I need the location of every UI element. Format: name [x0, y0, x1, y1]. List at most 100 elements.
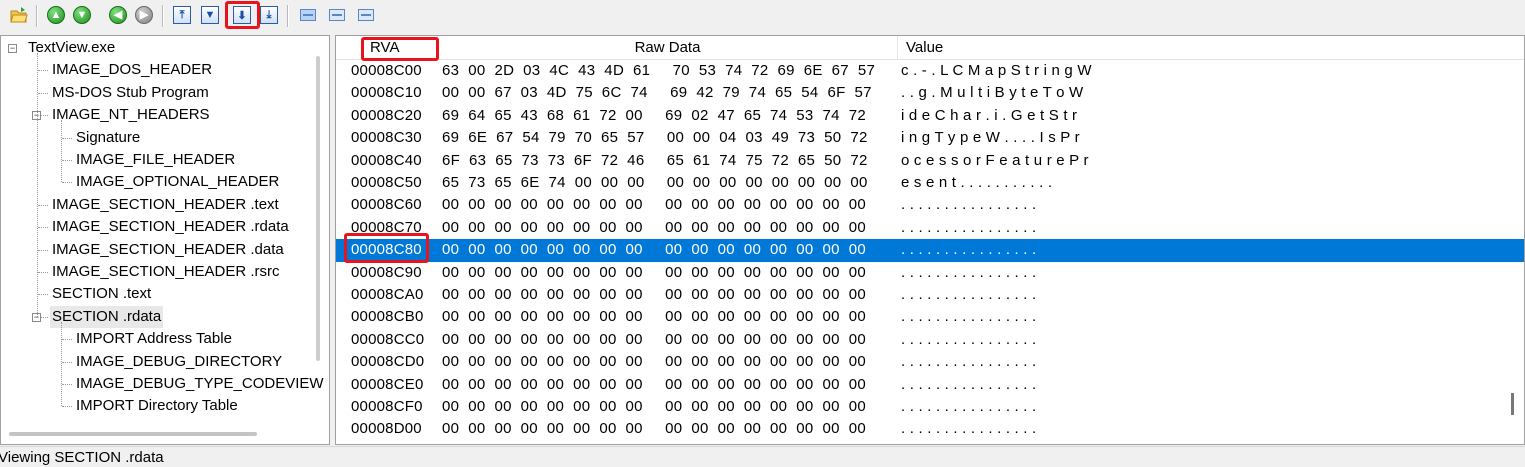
tree-item[interactable]: IMAGE_SECTION_HEADER .rdata — [50, 216, 291, 238]
last-record-icon[interactable]: ⤓ — [260, 6, 278, 24]
status-bar: Viewing SECTION .rdata — [0, 446, 1525, 466]
previous-record-icon[interactable]: ▼ — [201, 6, 219, 24]
tree-item[interactable]: IMAGE_FILE_HEADER — [74, 149, 237, 171]
value-cell: . . . . . . . . . . . . . . . . — [901, 286, 1037, 303]
tree-item[interactable]: IMAGE_OPTIONAL_HEADER — [74, 171, 281, 193]
raw-data-cell: 00 00 00 00 00 00 00 00 00 00 00 00 00 0… — [442, 218, 866, 236]
hex-row[interactable]: 00008C10 00 00 67 03 4D 75 6C 74 69 42 79… — [336, 82, 1524, 104]
view-details-icon[interactable] — [358, 9, 374, 21]
view-list-icon[interactable] — [329, 9, 345, 21]
go-forward-icon[interactable]: ▶ — [135, 6, 153, 24]
rva-cell: 00008CB0 — [351, 308, 424, 326]
value-cell: . . . . . . . . . . . . . . . . — [901, 420, 1037, 438]
tree-item[interactable]: IMAGE_NT_HEADERS — [50, 104, 212, 126]
open-folder-icon[interactable] — [10, 6, 28, 24]
tree-collapse-icon[interactable]: − — [8, 44, 17, 53]
raw-data-cell: 00 00 00 00 00 00 00 00 00 00 00 00 00 0… — [442, 375, 866, 393]
value-cell: . . . . . . . . . . . . . . . . — [901, 375, 1037, 393]
hex-row[interactable]: 00008D00 00 00 00 00 00 00 00 00 00 00 00… — [336, 418, 1524, 440]
hex-row[interactable]: 00008C20 69 64 65 43 68 61 72 00 69 02 47… — [336, 105, 1524, 127]
hex-row[interactable]: 00008CB0 00 00 00 00 00 00 00 00 00 00 00… — [336, 306, 1524, 328]
value-cell: . . . . . . . . . . . . . . . . — [901, 241, 1037, 259]
rva-cell: 00008C10 — [351, 84, 422, 102]
go-down-icon[interactable]: ▼ — [73, 6, 91, 24]
hex-row[interactable]: 00008C70 00 00 00 00 00 00 00 00 00 00 00… — [336, 217, 1524, 239]
value-cell: . . g . M u l t i B y t e T o W — [901, 84, 1084, 102]
raw-data-cell: 00 00 00 00 00 00 00 00 00 00 00 00 00 0… — [442, 353, 866, 371]
raw-data-cell: 00 00 00 00 00 00 00 00 00 00 00 00 00 0… — [442, 420, 866, 438]
structure-tree[interactable]: TextView.exe − IMAGE_DOS_HEADER MS-DOS Stub… — [0, 35, 330, 445]
rva-cell: 00008C60 — [351, 196, 422, 214]
tree-item[interactable]: SECTION .text — [50, 283, 153, 305]
hex-row[interactable]: 00008C60 00 00 00 00 00 00 00 00 00 00 00… — [336, 194, 1524, 216]
value-cell: e s e n t . . . . . . . . . . . — [901, 174, 1053, 191]
rva-cell: 00008CF0 — [351, 398, 423, 415]
value-cell: o c e s s o r F e a t u r e P r — [901, 151, 1089, 169]
value-cell: . . . . . . . . . . . . . . . . — [901, 263, 1037, 281]
tree-item[interactable]: IMPORT Address Table — [74, 328, 234, 350]
value-cell: . . . . . . . . . . . . . . . . — [901, 196, 1037, 214]
hex-row[interactable]: 00008CE0 00 00 00 00 00 00 00 00 00 00 00… — [336, 374, 1524, 396]
tree-item[interactable]: TextView.exe — [26, 37, 117, 59]
rva-cell: 00008CC0 — [351, 330, 425, 348]
tree-item[interactable]: IMAGE_DEBUG_DIRECTORY — [74, 351, 284, 373]
value-cell: . . . . . . . . . . . . . . . . — [901, 398, 1037, 415]
tree-item[interactable]: MS-DOS Stub Program — [50, 82, 211, 104]
value-cell: i n g T y p e W . . . . I s P r — [901, 129, 1080, 147]
column-header-value[interactable]: Value — [898, 36, 1498, 59]
first-record-icon[interactable]: ⤒ — [173, 6, 191, 24]
hex-row[interactable]: 00008CA0 00 00 00 00 00 00 00 00 00 00 00… — [336, 284, 1524, 306]
rva-cell: 00008C30 — [351, 129, 422, 147]
hex-row[interactable]: 00008C80 00 00 00 00 00 00 00 00 00 00 00… — [336, 239, 1524, 262]
tree-item[interactable]: SECTION .rdata — [50, 305, 164, 328]
value-cell: c . - . L C M a p S t r i n g W — [901, 62, 1092, 79]
rva-cell: 00008C90 — [351, 263, 422, 281]
highlight-box — [225, 1, 260, 29]
go-back-icon[interactable]: ◀ — [109, 6, 127, 24]
raw-data-cell: 69 6E 67 54 79 70 65 57 00 00 04 03 49 7… — [442, 129, 868, 147]
value-cell: . . . . . . . . . . . . . . . . — [901, 308, 1037, 326]
tree-item[interactable]: IMAGE_DEBUG_TYPE_CODEVIEW — [74, 373, 326, 395]
tree-item[interactable]: IMAGE_SECTION_HEADER .text — [50, 194, 281, 216]
raw-data-cell: 00 00 00 00 00 00 00 00 00 00 00 00 00 0… — [442, 330, 866, 348]
raw-data-cell: 65 73 65 6E 74 00 00 00 00 00 00 00 00 0… — [442, 174, 868, 191]
hex-row[interactable]: 00008C90 00 00 00 00 00 00 00 00 00 00 00… — [336, 262, 1524, 284]
hex-row[interactable]: 00008CD0 00 00 00 00 00 00 00 00 00 00 00… — [336, 351, 1524, 373]
tree-item[interactable]: IMPORT Directory Table — [74, 395, 240, 417]
rva-cell: 00008C50 — [351, 174, 422, 191]
row-highlight — [344, 233, 429, 263]
go-up-icon[interactable]: ▲ — [47, 6, 65, 24]
rva-cell: 00008CA0 — [351, 286, 424, 303]
raw-data-cell: 00 00 00 00 00 00 00 00 00 00 00 00 00 0… — [442, 286, 866, 303]
raw-data-cell: 00 00 67 03 4D 75 6C 74 69 42 79 74 65 5… — [442, 84, 872, 102]
hex-row[interactable]: 00008C30 69 6E 67 54 79 70 65 57 00 00 04… — [336, 127, 1524, 149]
hex-row[interactable]: 00008C00 63 00 2D 03 4C 43 4D 61 70 53 74… — [336, 60, 1524, 82]
raw-data-cell: 00 00 00 00 00 00 00 00 00 00 00 00 00 0… — [442, 263, 866, 281]
rva-cell: 00008C40 — [351, 151, 422, 169]
hex-row[interactable]: 00008C40 6F 63 65 73 73 6F 72 46 65 61 74… — [336, 150, 1524, 172]
hex-row[interactable]: 00008C50 65 73 65 6E 74 00 00 00 00 00 00… — [336, 172, 1524, 194]
tree-item[interactable]: IMAGE_SECTION_HEADER .data — [50, 239, 286, 261]
tree-item[interactable]: IMAGE_SECTION_HEADER .rsrc — [50, 261, 282, 283]
hex-row[interactable]: 00008CC0 00 00 00 00 00 00 00 00 00 00 00… — [336, 329, 1524, 351]
raw-data-header-label: Raw Data — [634, 39, 701, 56]
value-header-label: Value — [906, 39, 944, 56]
rva-cell: 00008D00 — [351, 420, 422, 438]
rva-cell: 00008C20 — [351, 106, 422, 124]
tree-horizontal-scrollbar[interactable] — [9, 432, 257, 436]
hex-row[interactable]: 00008CF0 00 00 00 00 00 00 00 00 00 00 00… — [336, 396, 1524, 418]
tree-vertical-scrollbar[interactable] — [316, 56, 320, 361]
value-cell: i d e C h a r . i . G e t S t r — [901, 106, 1078, 124]
view-hex-icon[interactable] — [300, 9, 316, 21]
column-header-raw-data[interactable]: Raw Data — [438, 36, 898, 59]
tree-item[interactable]: IMAGE_DOS_HEADER — [50, 59, 214, 81]
hex-scrollbar[interactable] — [1511, 393, 1514, 415]
hex-view[interactable]: RVA Raw Data Value 00008C00 63 00 2D 03 4… — [335, 35, 1525, 445]
status-text: Viewing SECTION .rdata — [0, 449, 164, 466]
raw-data-cell: 00 00 00 00 00 00 00 00 00 00 00 00 00 0… — [442, 196, 866, 214]
raw-data-cell: 00 00 00 00 00 00 00 00 00 00 00 00 00 0… — [442, 308, 866, 326]
raw-data-cell: 6F 63 65 73 73 6F 72 46 65 61 74 75 72 6… — [442, 151, 868, 169]
tree-item[interactable]: Signature — [74, 127, 142, 149]
toolbar: ▲ ▼ ◀ ▶ ⤒ ▼ ⬇ ⤓ — [0, 0, 1525, 33]
rva-cell: 00008CE0 — [351, 375, 424, 393]
